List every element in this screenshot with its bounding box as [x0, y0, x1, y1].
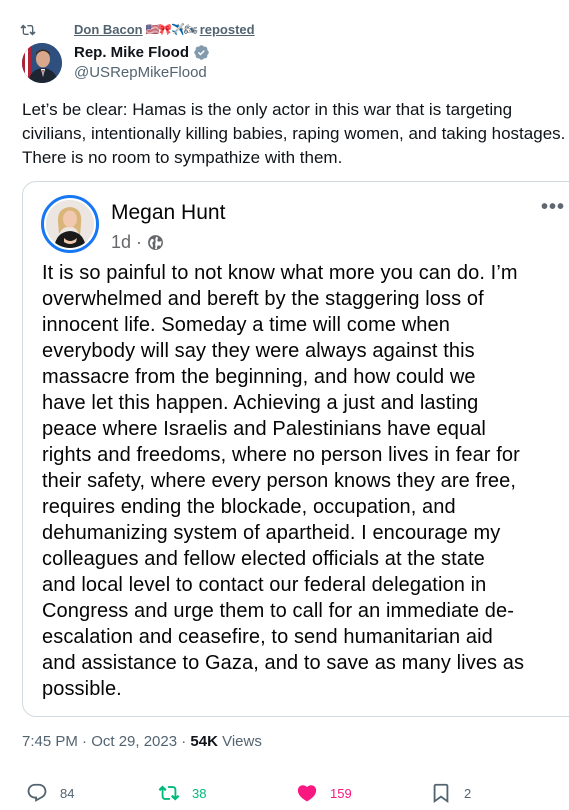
author-handle[interactable]: @USRepMikeFlood: [74, 64, 207, 81]
like-count: 159: [330, 785, 352, 801]
author-avatar-image: [22, 43, 62, 83]
heart-icon: [297, 785, 317, 802]
reposter-name[interactable]: Don Bacon: [74, 22, 143, 37]
repost-header: Don Bacon 🇺🇸🎀✈️🏍 reposted: [20, 22, 255, 37]
quoted-post-age: 1d: [111, 232, 132, 252]
tweet-text: Let’s be clear: Hamas is the only actor …: [22, 100, 566, 167]
bookmark-count: 2: [464, 785, 472, 801]
repost-count: 38: [192, 785, 207, 801]
like-button[interactable]: 159: [296, 782, 352, 804]
repost-button[interactable]: 38: [158, 782, 206, 804]
timestamp-text[interactable]: 7:45 PM · Oct 29, 2023 ·: [22, 733, 190, 750]
repost-action-icon: [158, 785, 180, 801]
verified-badge-icon: [194, 45, 209, 60]
reposter-emoji: 🇺🇸🎀✈️🏍: [145, 24, 198, 36]
reply-count: 84: [60, 785, 75, 801]
author-name-row[interactable]: Rep. Mike Flood: [74, 44, 210, 61]
bookmark-button[interactable]: 2: [430, 782, 471, 804]
bookmark-icon: [433, 783, 449, 804]
reply-button[interactable]: 84: [26, 782, 74, 804]
reply-icon: [27, 783, 47, 802]
author-name[interactable]: Rep. Mike Flood: [74, 44, 189, 61]
meta-separator: ·: [136, 232, 143, 252]
views-count: 54K: [190, 733, 218, 750]
quoted-post-image[interactable]: Megan Hunt 1d · ••• It is so painful to …: [22, 181, 569, 717]
quoted-author-avatar: [41, 195, 99, 253]
reposted-label[interactable]: reposted: [200, 22, 255, 37]
action-bar: 84 38 159 2: [0, 780, 569, 808]
tweet-timestamp[interactable]: 7:45 PM · Oct 29, 2023 · 54K Views: [22, 733, 262, 750]
views-label: Views: [217, 733, 262, 750]
quoted-avatar-image: [46, 200, 94, 248]
repost-icon: [20, 24, 36, 36]
quoted-post-meta: 1d ·: [111, 232, 164, 253]
quoted-author-name: Megan Hunt: [111, 201, 226, 224]
quoted-post-body: It is so painful to not know what more y…: [42, 262, 525, 700]
author-avatar[interactable]: [22, 43, 62, 83]
more-options-icon: •••: [541, 196, 566, 218]
globe-icon: [148, 235, 163, 250]
